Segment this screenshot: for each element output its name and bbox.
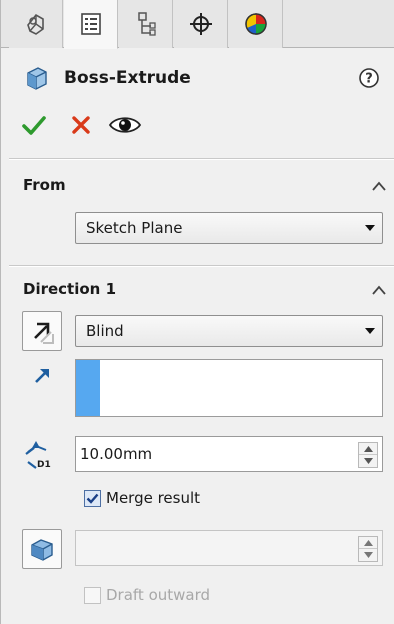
draft-outward-checkbox[interactable] — [84, 587, 101, 604]
configuration-icon — [137, 12, 156, 36]
collapse-chevron-icon[interactable] — [371, 180, 387, 192]
ok-button[interactable] — [21, 112, 47, 138]
spin-up-icon — [363, 445, 373, 452]
spin-up-button[interactable] — [359, 443, 377, 455]
depth-dimension-icon: D1 — [25, 441, 51, 470]
chevron-down-icon — [365, 328, 375, 334]
manager-tab-bar — [1, 0, 394, 49]
property-list-icon — [80, 13, 101, 35]
appearance-pie-icon — [244, 13, 267, 35]
reverse-direction-button[interactable] — [22, 311, 62, 351]
spin-down-button[interactable] — [359, 455, 377, 467]
direction-selection-box[interactable] — [75, 359, 383, 417]
direction1-section-title: Direction 1 — [23, 280, 117, 298]
spin-down-icon — [363, 552, 373, 558]
spin-up-button[interactable] — [359, 537, 377, 549]
svg-text:?: ? — [365, 72, 373, 87]
draft-toggle-button[interactable] — [22, 529, 62, 569]
end-condition-dropdown[interactable]: Blind — [75, 315, 383, 347]
property-manager-panel: Boss-Extrude ? From Sketch Plane Directi… — [0, 0, 394, 624]
from-dropdown[interactable]: Sketch Plane — [75, 212, 383, 244]
feature-tree-icon — [26, 13, 44, 35]
draft-outward-label: Draft outward — [106, 586, 211, 604]
spin-down-icon — [363, 458, 373, 464]
tab-property-manager[interactable] — [64, 0, 118, 49]
from-dropdown-value: Sketch Plane — [86, 219, 183, 237]
selection-active-bar — [76, 360, 100, 416]
merge-result-label: Merge result — [106, 489, 201, 507]
help-icon[interactable]: ? — [358, 67, 380, 89]
collapse-chevron-icon[interactable] — [371, 284, 387, 296]
depth-spinner — [358, 442, 378, 468]
tab-feature-manager[interactable] — [9, 0, 63, 48]
draft-icon — [31, 539, 53, 561]
tab-configuration-manager[interactable] — [119, 0, 173, 48]
tab-display-manager[interactable] — [229, 0, 283, 48]
crosshair-icon — [189, 13, 212, 35]
cancel-button[interactable] — [68, 112, 94, 138]
draft-spinner — [358, 536, 378, 562]
svg-text:D1: D1 — [37, 460, 51, 470]
spin-up-icon — [363, 539, 373, 546]
depth-value: 10.00mm — [80, 445, 153, 463]
from-section-title: From — [23, 176, 66, 194]
chevron-down-icon — [365, 225, 375, 231]
spin-down-button[interactable] — [359, 549, 377, 561]
check-mark-icon — [86, 493, 99, 504]
end-condition-value: Blind — [86, 322, 124, 340]
draft-angle-input[interactable] — [75, 530, 383, 566]
boss-extrude-icon — [27, 67, 47, 90]
merge-result-checkbox[interactable] — [84, 490, 101, 507]
direction-vector-icon — [35, 369, 49, 383]
feature-title: Boss-Extrude — [64, 68, 191, 88]
reverse-direction-icon — [34, 322, 54, 344]
preview-eye-button[interactable] — [108, 112, 142, 138]
depth-input[interactable]: 10.00mm — [75, 436, 383, 472]
tab-dimxpert-manager[interactable] — [174, 0, 228, 48]
